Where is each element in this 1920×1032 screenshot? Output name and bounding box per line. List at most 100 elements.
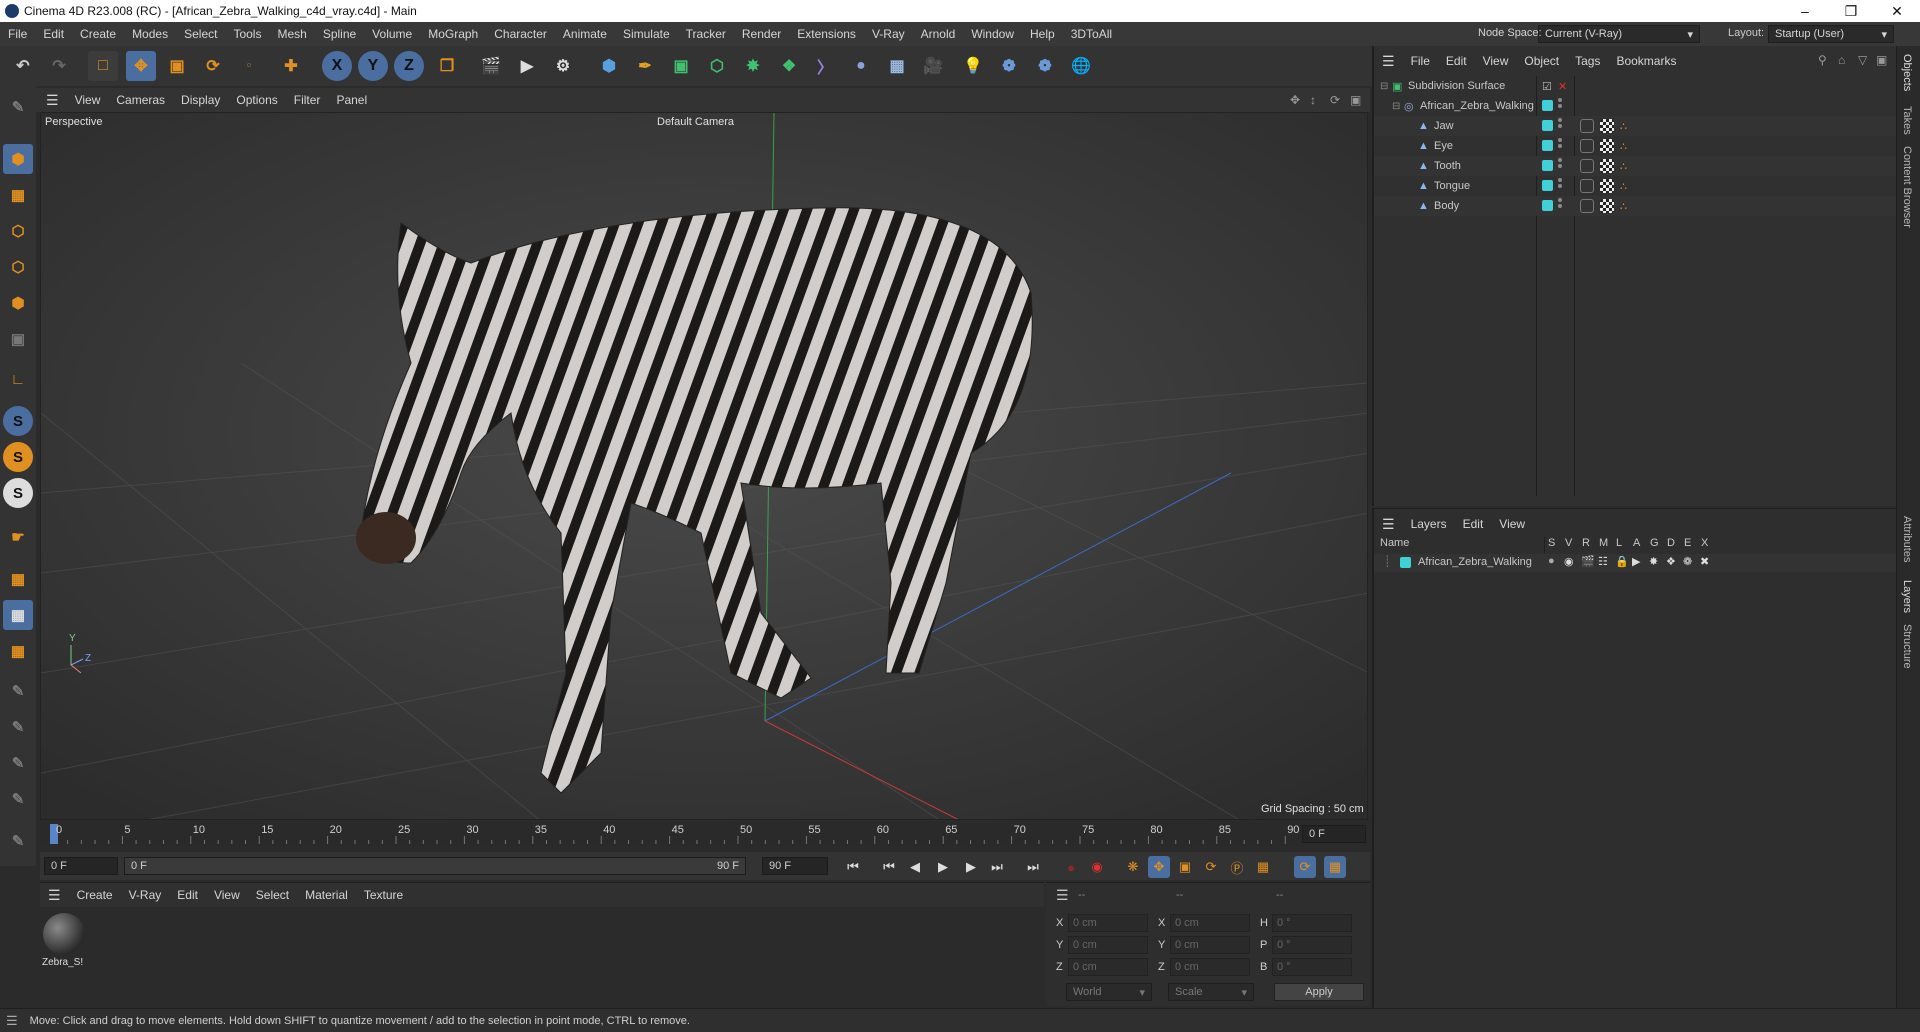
previous-key-icon[interactable]: ⏮ xyxy=(878,856,900,878)
python-generator-icon[interactable]: ❁ xyxy=(1030,51,1060,81)
material-item[interactable]: Zebra_S! xyxy=(42,911,86,973)
rotate-tool-icon[interactable]: ⟳ xyxy=(198,51,228,81)
extrude-generator-icon[interactable]: ⬡ xyxy=(702,51,732,81)
menu-extensions[interactable]: Extensions xyxy=(789,27,864,41)
hamburger-icon[interactable]: ☰ xyxy=(36,92,67,109)
subdivision-generator-icon[interactable]: ▣ xyxy=(666,51,696,81)
selection-tag-icon[interactable]: ∴ xyxy=(1620,160,1627,173)
redo-icon[interactable]: ↷ xyxy=(44,51,74,81)
layer-col-locked[interactable]: L xyxy=(1616,537,1622,549)
tab-objects[interactable]: Objects xyxy=(1901,54,1913,91)
filter-icon[interactable]: ▽ xyxy=(1858,53,1867,67)
deformer-icon[interactable]: 〉 xyxy=(810,51,840,81)
axis-mode-icon[interactable]: ∟ xyxy=(3,364,33,394)
end-frame-field[interactable]: 90 F xyxy=(762,857,828,875)
selection-tag-icon[interactable]: ∴ xyxy=(1620,200,1627,213)
hamburger-icon[interactable]: ☰ xyxy=(40,887,69,904)
visibility-dots-icon[interactable] xyxy=(1558,118,1562,130)
object-row[interactable]: ⊟ ▣ Subdivision Surface ☑ ✕ xyxy=(1374,76,1898,96)
layout-select[interactable]: Startup (User) ▾ xyxy=(1768,25,1894,43)
generator-icon[interactable]: ✸ xyxy=(1649,555,1658,568)
menu-volume[interactable]: Volume xyxy=(364,27,420,41)
previous-frame-icon[interactable]: ◀ xyxy=(904,856,926,878)
autokey-icon[interactable]: ◉ xyxy=(1086,856,1108,878)
paint-p-icon[interactable]: ✎ xyxy=(3,712,33,742)
menu-mesh[interactable]: Mesh xyxy=(269,27,314,41)
object-row[interactable]: ⊟ ◎ African_Zebra_Walking xyxy=(1374,96,1898,116)
field-icon[interactable]: ● xyxy=(846,51,876,81)
locked-workplane-icon[interactable]: ▦ xyxy=(3,600,33,630)
move-tool-icon[interactable]: ✥ xyxy=(126,51,156,81)
animation-icon[interactable]: ▶ xyxy=(1632,555,1640,568)
tab-structure[interactable]: Structure xyxy=(1901,624,1913,669)
rot-h-field[interactable]: 0 ° xyxy=(1272,914,1352,932)
render-icon[interactable]: 🎬 xyxy=(1581,555,1595,568)
uvw-tag-icon[interactable] xyxy=(1600,139,1614,153)
rot-p-field[interactable]: 0 ° xyxy=(1272,936,1352,954)
live-selection-icon[interactable]: □ xyxy=(88,51,118,81)
timeline-ruler[interactable]: 0 5 10 15 20 25 30 35 40 45 50 55 60 65 70 75 80 85 90 0 F xyxy=(40,822,1370,846)
motion-recording-icon[interactable]: ⟳ xyxy=(1294,856,1316,878)
render-settings-icon[interactable]: ⚙ xyxy=(548,51,578,81)
tab-attributes[interactable]: Attributes xyxy=(1901,516,1913,562)
make-editable-icon[interactable]: ✎ xyxy=(3,92,33,122)
tab-layers[interactable]: Layers xyxy=(1901,580,1913,613)
object-row[interactable]: ▲ Tongue ∴ xyxy=(1374,176,1898,196)
menu-select[interactable]: Select xyxy=(176,27,225,41)
key-scale-icon[interactable]: ▣ xyxy=(1174,856,1196,878)
pos-y-field[interactable]: 0 cm xyxy=(1068,936,1148,954)
rot-b-field[interactable]: 0 ° xyxy=(1272,958,1352,976)
xref-icon[interactable]: ✖ xyxy=(1700,555,1709,568)
close-icon[interactable]: ✕ xyxy=(1874,0,1920,22)
material-tag-icon[interactable] xyxy=(1580,179,1594,193)
size-y-field[interactable]: 0 cm xyxy=(1170,936,1250,954)
tweak-mode-icon[interactable]: ☛ xyxy=(3,522,33,552)
layer-color-swatch[interactable] xyxy=(1542,100,1553,111)
collapse-icon[interactable]: ⊟ xyxy=(1392,101,1400,112)
next-frame-icon[interactable]: ▶ xyxy=(960,856,982,878)
size-mode-select[interactable]: Scale ▾ xyxy=(1168,983,1254,1001)
go-to-end-icon[interactable]: ⏭ xyxy=(1022,856,1044,878)
layer-col-deformers[interactable]: D xyxy=(1667,537,1675,549)
maximize-view-icon[interactable]: ▣ xyxy=(1350,93,1361,107)
material-menu-material[interactable]: Material xyxy=(297,888,356,902)
viewport-menu-view[interactable]: View xyxy=(67,93,109,107)
planar-workplane-icon[interactable]: ▦ xyxy=(3,636,33,666)
node-space-select[interactable]: Current (V-Ray) ▾ xyxy=(1538,25,1700,43)
paint-s-icon[interactable]: ✎ xyxy=(3,784,33,814)
pos-z-field[interactable]: 0 cm xyxy=(1068,958,1148,976)
hamburger-icon[interactable]: ☰ xyxy=(1374,53,1403,70)
object-menu-bookmarks[interactable]: Bookmarks xyxy=(1608,54,1684,68)
edges-mode-icon[interactable]: ⬡ xyxy=(3,252,33,282)
current-frame-field[interactable]: 0 F xyxy=(1302,825,1366,843)
pen-spline-icon[interactable]: ✒ xyxy=(630,51,660,81)
points-mode-icon[interactable]: ⬡ xyxy=(3,216,33,246)
menu-render[interactable]: Render xyxy=(734,27,789,41)
deformer-icon[interactable]: ❖ xyxy=(1666,555,1676,568)
viewport-menu-cameras[interactable]: Cameras xyxy=(108,93,173,107)
snap-settings-icon[interactable]: S xyxy=(3,442,33,472)
selection-tag-icon[interactable]: ∴ xyxy=(1620,140,1627,153)
menu-character[interactable]: Character xyxy=(486,27,555,41)
uvw-tag-icon[interactable] xyxy=(1600,119,1614,133)
layer-color-swatch[interactable] xyxy=(1542,140,1553,151)
viewport-menu-filter[interactable]: Filter xyxy=(286,93,329,107)
layer-col-animation[interactable]: A xyxy=(1633,537,1640,549)
key-position-icon[interactable]: ✥ xyxy=(1148,856,1170,878)
manager-icon[interactable]: ☷ xyxy=(1598,555,1608,568)
menu-arnold[interactable]: Arnold xyxy=(913,27,964,41)
layer-menu-edit[interactable]: Edit xyxy=(1455,517,1492,531)
apply-button[interactable]: Apply xyxy=(1274,983,1364,1001)
menu-vray[interactable]: V-Ray xyxy=(864,27,913,41)
python-icon[interactable]: ❁ xyxy=(994,51,1024,81)
uvw-tag-icon[interactable] xyxy=(1600,159,1614,173)
hamburger-icon[interactable]: ☰ xyxy=(6,1013,18,1029)
search-icon[interactable]: ⚲ xyxy=(1818,53,1827,67)
menu-window[interactable]: Window xyxy=(963,27,1022,41)
layer-col-render[interactable]: R xyxy=(1582,537,1590,549)
eye-icon[interactable]: ◉ xyxy=(1564,555,1574,568)
menu-tools[interactable]: Tools xyxy=(225,27,269,41)
menu-tracker[interactable]: Tracker xyxy=(678,27,734,41)
render-view-icon[interactable]: 🎬 xyxy=(476,51,506,81)
material-tag-icon[interactable] xyxy=(1580,139,1594,153)
